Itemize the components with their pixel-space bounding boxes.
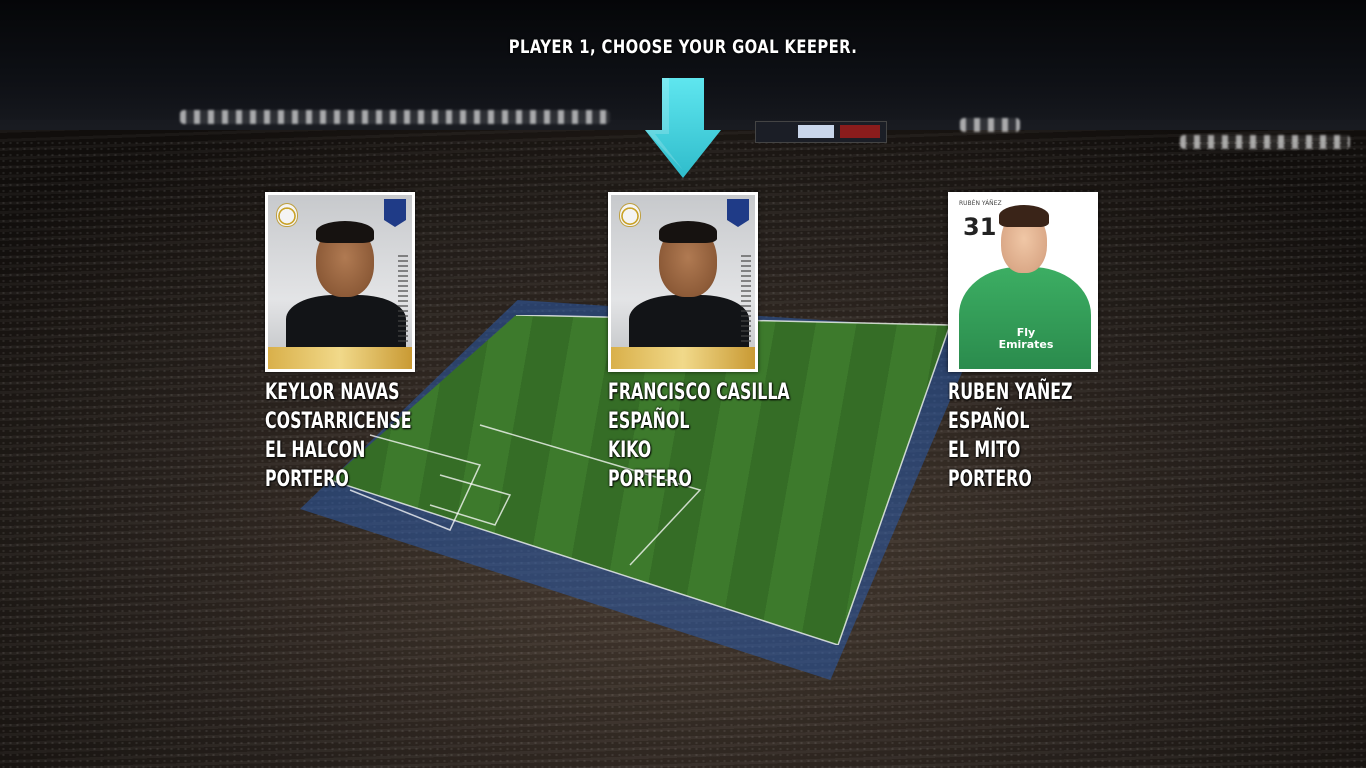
card-frame: RUBÉN YÁÑEZ 31 Fly Emirates [951,195,1095,369]
floodlights-mid [960,118,1020,132]
card-name-bar [268,347,412,369]
keeper-card-navas[interactable] [265,192,415,372]
keeper-nickname: EL MITO [948,438,1021,463]
keeper-position: PORTERO [608,467,692,492]
down-arrow-icon [645,78,721,178]
scoreboard [755,121,887,143]
scoreboard-screen [798,125,834,138]
keeper-name: RUBEN YAÑEZ [948,380,1073,405]
player-hair [999,205,1049,227]
shirt-sponsor: Fly Emirates [998,326,1054,351]
stadium-background: PLAYER 1, CHOOSE YOUR GOAL KEEPER. RUBÉN… [0,0,1366,768]
card-frame [268,195,412,369]
keeper-info-casilla: FRANCISCO CASILLA ESPAÑOL KIKO PORTERO [608,378,790,494]
card-frame [611,195,755,369]
real-madrid-crest-icon [619,203,641,227]
keeper-position: PORTERO [265,467,349,492]
floodlights-left [180,110,610,124]
keeper-nickname: KIKO [608,438,652,463]
player-shirt [959,267,1091,369]
choose-goalkeeper-prompt: PLAYER 1, CHOOSE YOUR GOAL KEEPER. [508,36,858,58]
player-hair [659,221,717,243]
scoreboard-ad [840,125,880,138]
card-name-bar [611,347,755,369]
keeper-name: KEYLOR NAVAS [265,380,400,405]
keeper-position: PORTERO [948,467,1032,492]
keeper-card-yanez[interactable]: RUBÉN YÁÑEZ 31 Fly Emirates [948,192,1098,372]
card-side-text [398,255,408,345]
player-hair [316,221,374,243]
keeper-card-casilla[interactable] [608,192,758,372]
card-name-small: RUBÉN YÁÑEZ [959,200,1002,207]
card-side-text [741,255,751,345]
keeper-info-yanez: RUBEN YAÑEZ ESPAÑOL EL MITO PORTERO [948,378,1073,494]
keeper-nationality: COSTARRICENSE [265,409,412,434]
real-madrid-crest-icon [276,203,298,227]
keeper-info-navas: KEYLOR NAVAS COSTARRICENSE EL HALCON POR… [265,378,412,494]
keeper-name: FRANCISCO CASILLA [608,380,790,405]
keeper-nationality: ESPAÑOL [948,409,1030,434]
player-shirt [286,295,406,355]
fifa-365-badge-icon [384,199,406,227]
keeper-nickname: EL HALCON [265,438,366,463]
shirt-number: 31 [963,213,997,241]
player-shirt [629,295,749,355]
fifa-365-badge-icon [727,199,749,227]
keeper-nationality: ESPAÑOL [608,409,690,434]
floodlights-right [1180,135,1350,149]
